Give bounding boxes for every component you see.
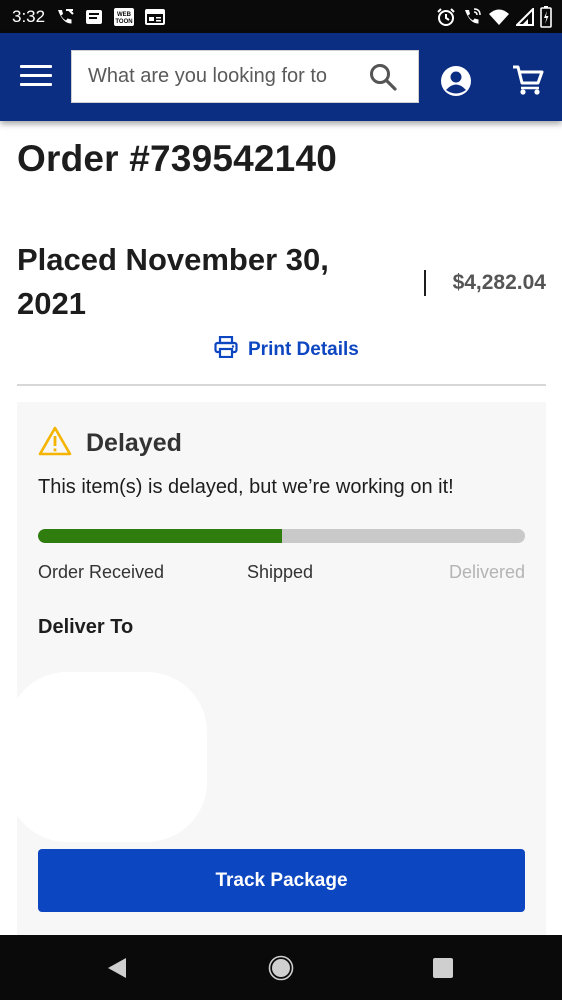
vertical-divider — [424, 270, 426, 296]
deliver-to-label: Deliver To — [38, 616, 134, 638]
order-status-card: Delayed This item(s) is delayed, but we’… — [7, 402, 546, 938]
news-icon — [145, 8, 166, 26]
recents-icon[interactable] — [432, 957, 454, 984]
webtoon-icon: WEB TOON — [113, 7, 135, 27]
status-header: Delayed — [38, 426, 182, 461]
status-right — [436, 5, 562, 28]
account-icon[interactable] — [440, 65, 472, 102]
cart-icon[interactable] — [511, 64, 545, 101]
status-title: Delayed — [86, 429, 182, 457]
step-order-received: Order Received — [38, 562, 165, 582]
track-package-button[interactable]: Track Package — [38, 849, 525, 912]
wifi-call-icon — [462, 7, 482, 27]
battery-icon — [540, 5, 552, 28]
order-title: Order #739542140 — [17, 138, 338, 179]
message-icon — [85, 8, 103, 26]
print-details-label: Print Details — [248, 339, 359, 360]
step-delivered: Delivered — [448, 562, 525, 582]
signal-icon — [516, 7, 534, 26]
address-redacted — [7, 672, 207, 842]
search-icon[interactable] — [368, 62, 398, 97]
print-details-link[interactable]: Print Details — [214, 335, 359, 364]
status-bar: 3:32 WEB TOON — [0, 0, 562, 33]
step-shipped: Shipped — [247, 562, 314, 582]
search-box[interactable] — [71, 50, 419, 103]
progress-track — [38, 529, 525, 543]
app-header — [0, 33, 562, 121]
section-divider — [17, 384, 546, 386]
menu-button[interactable] — [20, 65, 52, 89]
search-input[interactable] — [72, 64, 370, 89]
progress-fill — [38, 529, 282, 543]
svg-text:TOON: TOON — [115, 19, 132, 25]
wifi-icon — [488, 8, 510, 26]
status-time: 3:32 — [12, 6, 46, 26]
status-message: This item(s) is delayed, but we’re worki… — [38, 476, 454, 498]
printer-icon — [214, 335, 238, 364]
order-total: $4,282.04 — [452, 271, 546, 294]
phone-call-icon — [55, 8, 75, 26]
menu-bar — [20, 74, 52, 77]
menu-bar — [20, 83, 52, 86]
back-icon[interactable] — [106, 956, 128, 985]
menu-bar — [20, 65, 52, 68]
warning-icon — [38, 426, 72, 461]
alarm-icon — [436, 7, 456, 27]
home-icon[interactable] — [268, 955, 294, 986]
system-nav-bar — [0, 935, 562, 1000]
status-left: 3:32 WEB TOON — [0, 6, 166, 27]
svg-text:WEB: WEB — [117, 12, 132, 18]
placed-date: Placed November 30, 2021 — [17, 242, 329, 321]
